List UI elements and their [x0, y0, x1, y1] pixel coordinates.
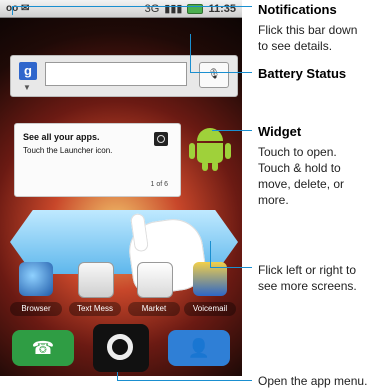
battery-line-horizontal: [190, 72, 252, 73]
phone-button[interactable]: ☎: [12, 330, 74, 366]
battery-line: [190, 34, 191, 72]
dock: ☎ 👤: [0, 320, 242, 376]
status-right: 3G ▮▮▮ 11:35: [144, 2, 236, 16]
voice-search-button[interactable]: 🎙: [199, 62, 229, 88]
google-icon: g: [19, 62, 37, 80]
notifications-line-vertical: [12, 6, 13, 15]
search-input[interactable]: [45, 62, 187, 86]
launcher-button[interactable]: [93, 324, 149, 372]
notifications-body: Flick this bar down to see details.: [258, 23, 358, 53]
app-market[interactable]: Market: [128, 260, 180, 320]
app-shortcuts: Browser Text Mess Market Voicemail: [8, 260, 238, 320]
screens-line: [210, 241, 211, 267]
app-menu-body: Open the app menu.: [258, 374, 368, 388]
notifications-line: [12, 6, 252, 7]
android-widget-icon[interactable]: [188, 128, 232, 172]
tip-body: Touch the Launcher icon.: [23, 146, 113, 155]
network-type: 3G: [144, 2, 160, 15]
app-menu-line: [117, 372, 118, 380]
launcher-icon: [154, 132, 168, 146]
signal-icon: ▮▮▮: [164, 3, 183, 15]
widget-heading: Widget: [258, 124, 302, 139]
app-browser[interactable]: Browser: [10, 260, 62, 320]
status-left-icons: oo ✉: [6, 3, 29, 14]
mail-icon: ✉: [21, 3, 30, 14]
app-text-messaging[interactable]: Text Mess: [69, 260, 121, 320]
contacts-button[interactable]: 👤: [168, 330, 230, 366]
chevron-down-icon[interactable]: ▼: [23, 83, 31, 92]
app-voicemail[interactable]: Voicemail: [184, 260, 236, 320]
app-menu-line-horizontal: [117, 380, 252, 381]
screens-body: Flick left or right to see more screens.: [258, 263, 357, 293]
widget-body: Touch to open. Touch & hold to move, del…: [258, 145, 345, 207]
tip-page-indicator: 1 of 6: [150, 181, 168, 188]
battery-icon: [187, 3, 204, 14]
screens-line-horizontal: [210, 267, 252, 268]
google-search-widget[interactable]: g ▼ 🎙: [10, 55, 238, 97]
battery-heading: Battery Status: [258, 66, 347, 81]
tip-title: See all your apps.: [23, 132, 100, 142]
widget-line: [212, 130, 252, 131]
notifications-heading: Notifications: [258, 2, 337, 17]
tip-widget[interactable]: See all your apps. Touch the Launcher ic…: [14, 123, 181, 197]
status-bar[interactable]: oo ✉ 3G ▮▮▮ 11:35: [0, 0, 242, 18]
phone-screen: oo ✉ 3G ▮▮▮ 11:35 g ▼ 🎙 See all your app…: [0, 0, 242, 376]
status-time: 11:35: [208, 2, 236, 15]
